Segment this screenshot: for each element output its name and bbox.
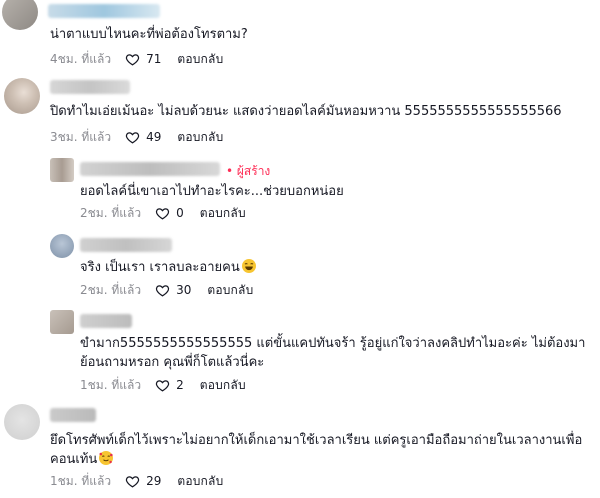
like-button[interactable]: 29 — [125, 474, 161, 489]
comment-meta: 3ชม. ที่แล้ว 49 ตอบกลับ — [50, 128, 223, 146]
avatar[interactable] — [4, 78, 40, 114]
username-blurred[interactable] — [80, 162, 220, 176]
comment-text-line2: คอนเท้น — [50, 452, 98, 467]
reply-item: ขำมาก5555555555555555 แต่ขั้นแคปทันจร้า … — [0, 306, 600, 396]
comment-text-line2-wrap: คอนเท้น — [50, 450, 114, 470]
smiling-face-with-hearts-emoji-icon — [99, 451, 114, 465]
avatar[interactable] — [50, 234, 74, 258]
avatar[interactable] — [2, 0, 38, 30]
like-count: 29 — [146, 474, 162, 488]
comment-text-line2: ย้อนถามหรอก คุณพี่ก็โตแล้วนี่คะ — [80, 355, 265, 370]
like-count: 2 — [176, 378, 184, 392]
heart-icon — [155, 379, 170, 392]
comment-meta: 2ชม. ที่แล้ว 0 ตอบกลับ — [80, 204, 246, 222]
comment-item: ยึดโทรศัพท์เด็กไว้เพราะไม่อยากให้เด็กเอา… — [0, 398, 600, 498]
comment-text: น่าตาแบบไหนคะที่พ่อต้องโทรตาม? — [50, 27, 248, 42]
comment-text: จริง เป็นเรา เราลบละอายคน — [80, 258, 256, 278]
comment-time: 2ชม. ที่แล้ว — [80, 205, 142, 220]
comment-meta: 1ชม. ที่แล้ว 29 ตอบกลับ — [50, 472, 223, 490]
reply-button[interactable]: ตอบกลับ — [200, 376, 246, 395]
creator-badge: • ผู้สร้าง — [226, 164, 271, 178]
like-button[interactable]: 71 — [125, 52, 161, 67]
like-count: 0 — [176, 206, 184, 220]
comment-text: ยอดไลค์นี่เขาเอาไปทำอะไรคะ...ช่วยบอกหน่อ… — [80, 184, 344, 199]
reply-button[interactable]: ตอบกลับ — [177, 472, 223, 491]
comment-text-body: จริง เป็นเรา เราลบละอายคน — [80, 260, 240, 275]
like-button[interactable]: 0 — [155, 206, 184, 221]
reply-button[interactable]: ตอบกลับ — [200, 204, 246, 223]
heart-icon — [155, 207, 170, 220]
comment-text: ขำมาก5555555555555555 แต่ขั้นแคปทันจร้า … — [80, 336, 586, 351]
username-blurred[interactable] — [50, 80, 130, 94]
reply-item: • ผู้สร้าง ยอดไลค์นี่เขาเอาไปทำอะไรคะ...… — [0, 152, 600, 226]
like-button[interactable]: 2 — [155, 378, 184, 393]
comment-time: 4ชม. ที่แล้ว — [50, 51, 112, 66]
reply-item: จริง เป็นเรา เราลบละอายคน 2ชม. ที่แล้ว 3… — [0, 230, 600, 304]
comment-meta: 4ชม. ที่แล้ว 71 ตอบกลับ — [50, 50, 223, 68]
heart-icon — [125, 475, 140, 488]
comment-text: ยึดโทรศัพท์เด็กไว้เพราะไม่อยากให้เด็กเอา… — [50, 433, 583, 448]
like-button[interactable]: 49 — [125, 130, 161, 145]
avatar[interactable] — [4, 404, 40, 440]
reply-button[interactable]: ตอบกลับ — [177, 50, 223, 69]
like-button[interactable]: 30 — [155, 283, 191, 298]
like-count: 49 — [146, 130, 162, 144]
like-count: 30 — [176, 283, 192, 297]
comment-item: น่าตาแบบไหนคะที่พ่อต้องโทรตาม? 4ชม. ที่แ… — [0, 0, 600, 68]
username-blurred[interactable] — [50, 408, 96, 422]
reply-button[interactable]: ตอบกลับ — [177, 128, 223, 147]
heart-icon — [125, 131, 140, 144]
comment-meta: 2ชม. ที่แล้ว 30 ตอบกลับ — [80, 281, 253, 299]
comment-time: 1ชม. ที่แล้ว — [50, 473, 112, 488]
laughing-face-emoji-icon — [241, 259, 256, 273]
avatar[interactable] — [50, 158, 74, 182]
comment-meta: 1ชม. ที่แล้ว 2 ตอบกลับ — [80, 376, 246, 394]
username-blurred[interactable] — [48, 4, 160, 18]
username-blurred[interactable] — [80, 238, 172, 252]
avatar[interactable] — [50, 310, 74, 334]
comment-text: ปิดทำไมเอ่ยเม้นอะ ไม่ลบด้วยนะ แสดงว่ายอด… — [50, 104, 562, 119]
heart-icon — [125, 53, 140, 66]
heart-icon — [155, 284, 170, 297]
username-blurred[interactable] — [80, 314, 132, 328]
reply-button[interactable]: ตอบกลับ — [207, 281, 253, 300]
comment-item: ปิดทำไมเอ่ยเม้นอะ ไม่ลบด้วยนะ แสดงว่ายอด… — [0, 70, 600, 150]
like-count: 71 — [146, 52, 162, 66]
comment-time: 1ชม. ที่แล้ว — [80, 377, 142, 392]
comment-time: 2ชม. ที่แล้ว — [80, 282, 142, 297]
comment-time: 3ชม. ที่แล้ว — [50, 129, 112, 144]
